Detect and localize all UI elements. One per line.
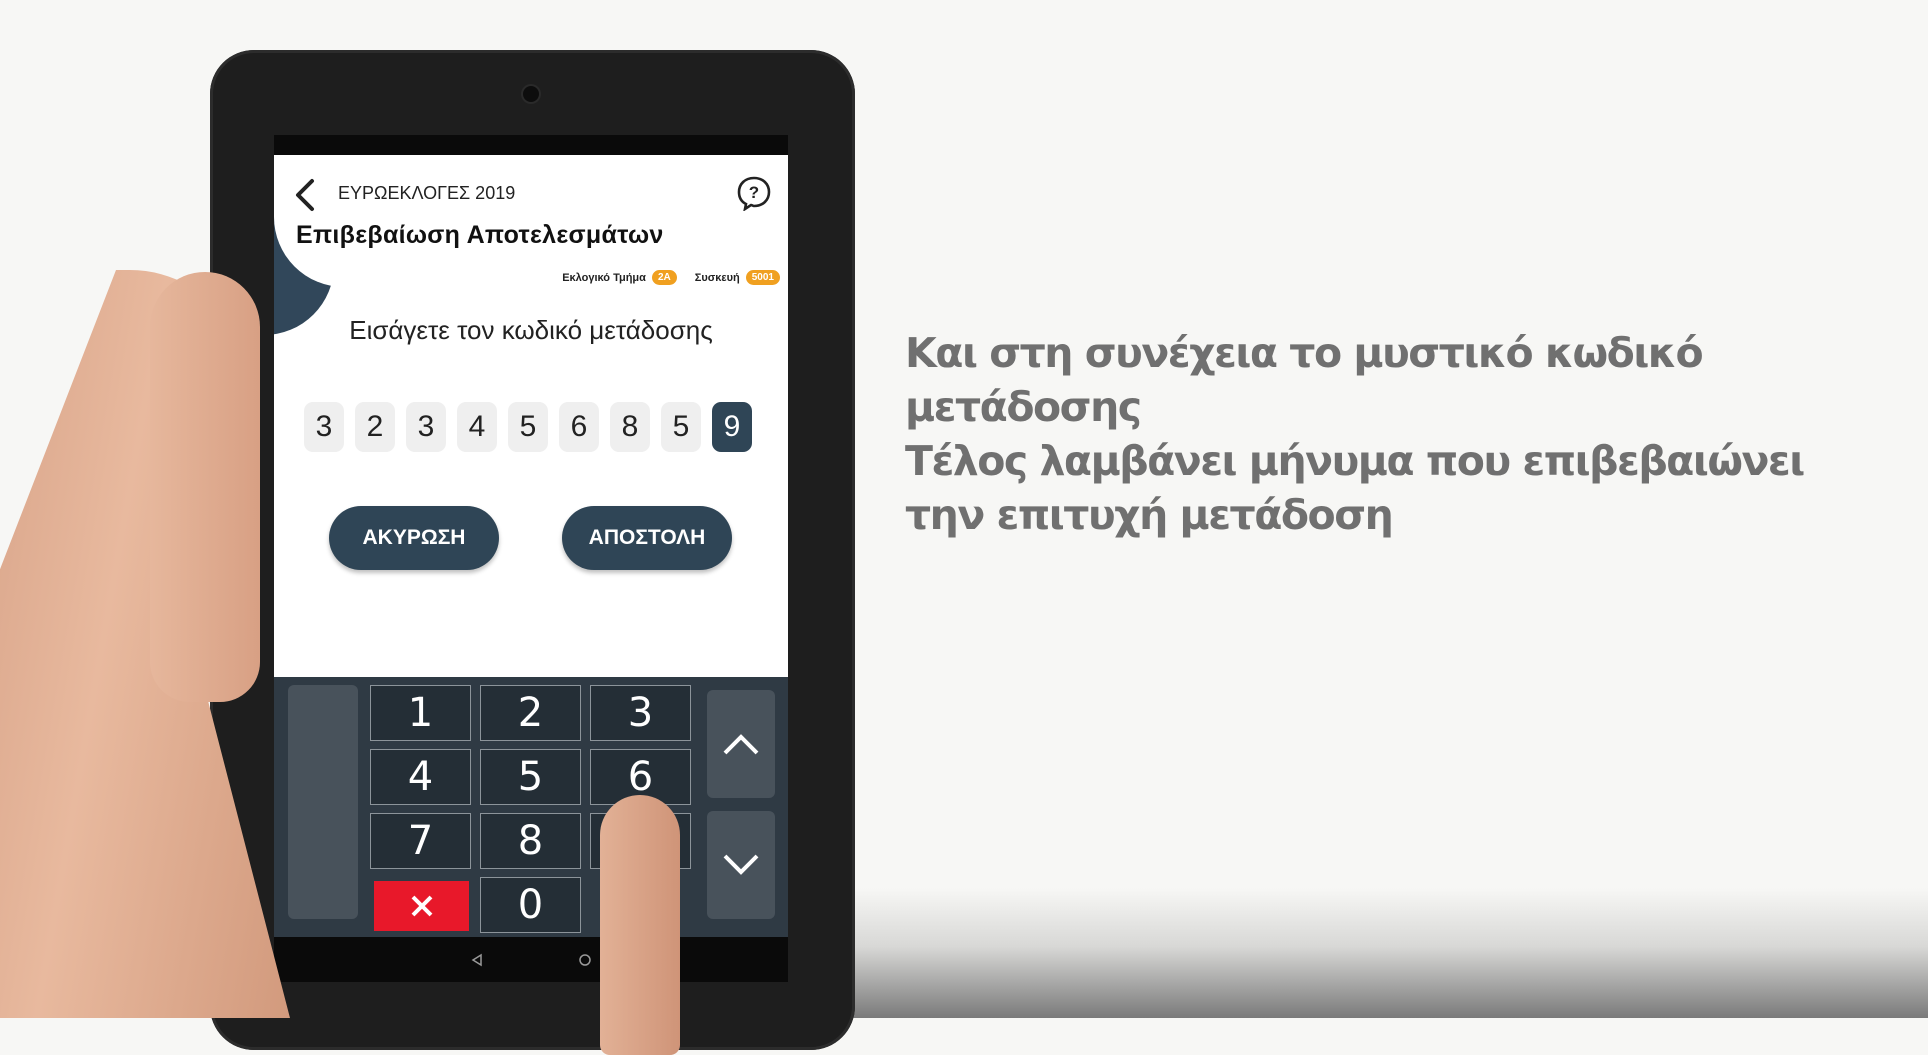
device-label: Συσκευή [694, 271, 740, 284]
code-digit: 6 [559, 402, 599, 452]
caption-line-2a: Τέλος λαμβάνει μήνυμα που επιβεβαιώνει [905, 437, 1805, 485]
code-digit: 3 [406, 402, 446, 452]
arrow-up-key[interactable] [707, 690, 775, 798]
key-0[interactable]: 0 [480, 877, 581, 933]
code-digit: 5 [661, 402, 701, 452]
meta-info: Εκλογικό Τμήμα 2A Συσκευή 5001 [562, 270, 780, 285]
page-title: Επιβεβαίωση Αποτελεσμάτων [296, 221, 664, 249]
key-2[interactable]: 2 [480, 685, 581, 741]
android-nav-bar [274, 937, 788, 982]
caption-line-2: Τέλος λαμβάνει μήνυμα που επιβεβαιώνει τ… [905, 434, 1805, 542]
arrow-down-key[interactable] [707, 811, 775, 919]
numeric-keypad: 1 2 3 4 5 6 7 8 9 0 [274, 677, 788, 937]
send-button[interactable]: ΑΠΟΣΤΟΛΗ [562, 506, 732, 570]
key-4[interactable]: 4 [370, 749, 471, 805]
chevron-up-icon [723, 734, 759, 755]
status-bar [274, 135, 788, 155]
key-7[interactable]: 7 [370, 813, 471, 869]
tablet-device: ΕΥΡΩΕΚΛΟΓΕΣ 2019 ? Επιβεβαίωση Αποτελεσμ… [210, 50, 855, 1050]
nav-back-icon[interactable] [470, 953, 484, 967]
code-prompt: Εισάγετε τον κωδικό μετάδοσης [349, 315, 713, 345]
keypad-side-panel [288, 685, 358, 919]
code-digit: 2 [355, 402, 395, 452]
help-icon[interactable]: ? [736, 175, 772, 211]
chevron-down-icon [723, 854, 759, 875]
code-digit: 3 [304, 402, 344, 452]
code-digit: 8 [610, 402, 650, 452]
thumb [150, 272, 260, 702]
election-title: ΕΥΡΩΕΚΛΟΓΕΣ 2019 [338, 183, 516, 203]
caption-line-1: Και στη συνέχεια το μυστικό κωδικό μετάδ… [905, 329, 1704, 431]
tablet-screen: ΕΥΡΩΕΚΛΟΓΕΣ 2019 ? Επιβεβαίωση Αποτελεσμ… [274, 135, 788, 982]
code-input[interactable]: 3 2 3 4 5 6 8 5 9 [304, 402, 752, 452]
device-badge: 5001 [745, 270, 780, 285]
code-digit: 4 [457, 402, 497, 452]
key-8[interactable]: 8 [480, 813, 581, 869]
key-1[interactable]: 1 [370, 685, 471, 741]
app-header: ΕΥΡΩΕΚΛΟΓΕΣ 2019 ? Επιβεβαίωση Αποτελεσμ… [274, 155, 788, 335]
section-label: Εκλογικό Τμήμα [562, 271, 646, 284]
cancel-button[interactable]: ΑΚΥΡΩΣΗ [329, 506, 499, 570]
key-3[interactable]: 3 [590, 685, 691, 741]
section-badge: 2A [651, 270, 677, 285]
code-digit-active[interactable]: 9 [712, 402, 752, 452]
svg-text:?: ? [749, 183, 759, 202]
key-5[interactable]: 5 [480, 749, 581, 805]
pressing-finger [600, 795, 680, 1055]
back-arrow-icon[interactable] [292, 177, 318, 213]
caption-line-2b: την επιτυχή μετάδοση [905, 491, 1394, 539]
front-camera [523, 86, 539, 102]
close-icon [411, 895, 432, 917]
nav-home-icon[interactable] [578, 953, 592, 967]
code-digit: 5 [508, 402, 548, 452]
delete-key[interactable] [374, 881, 469, 931]
